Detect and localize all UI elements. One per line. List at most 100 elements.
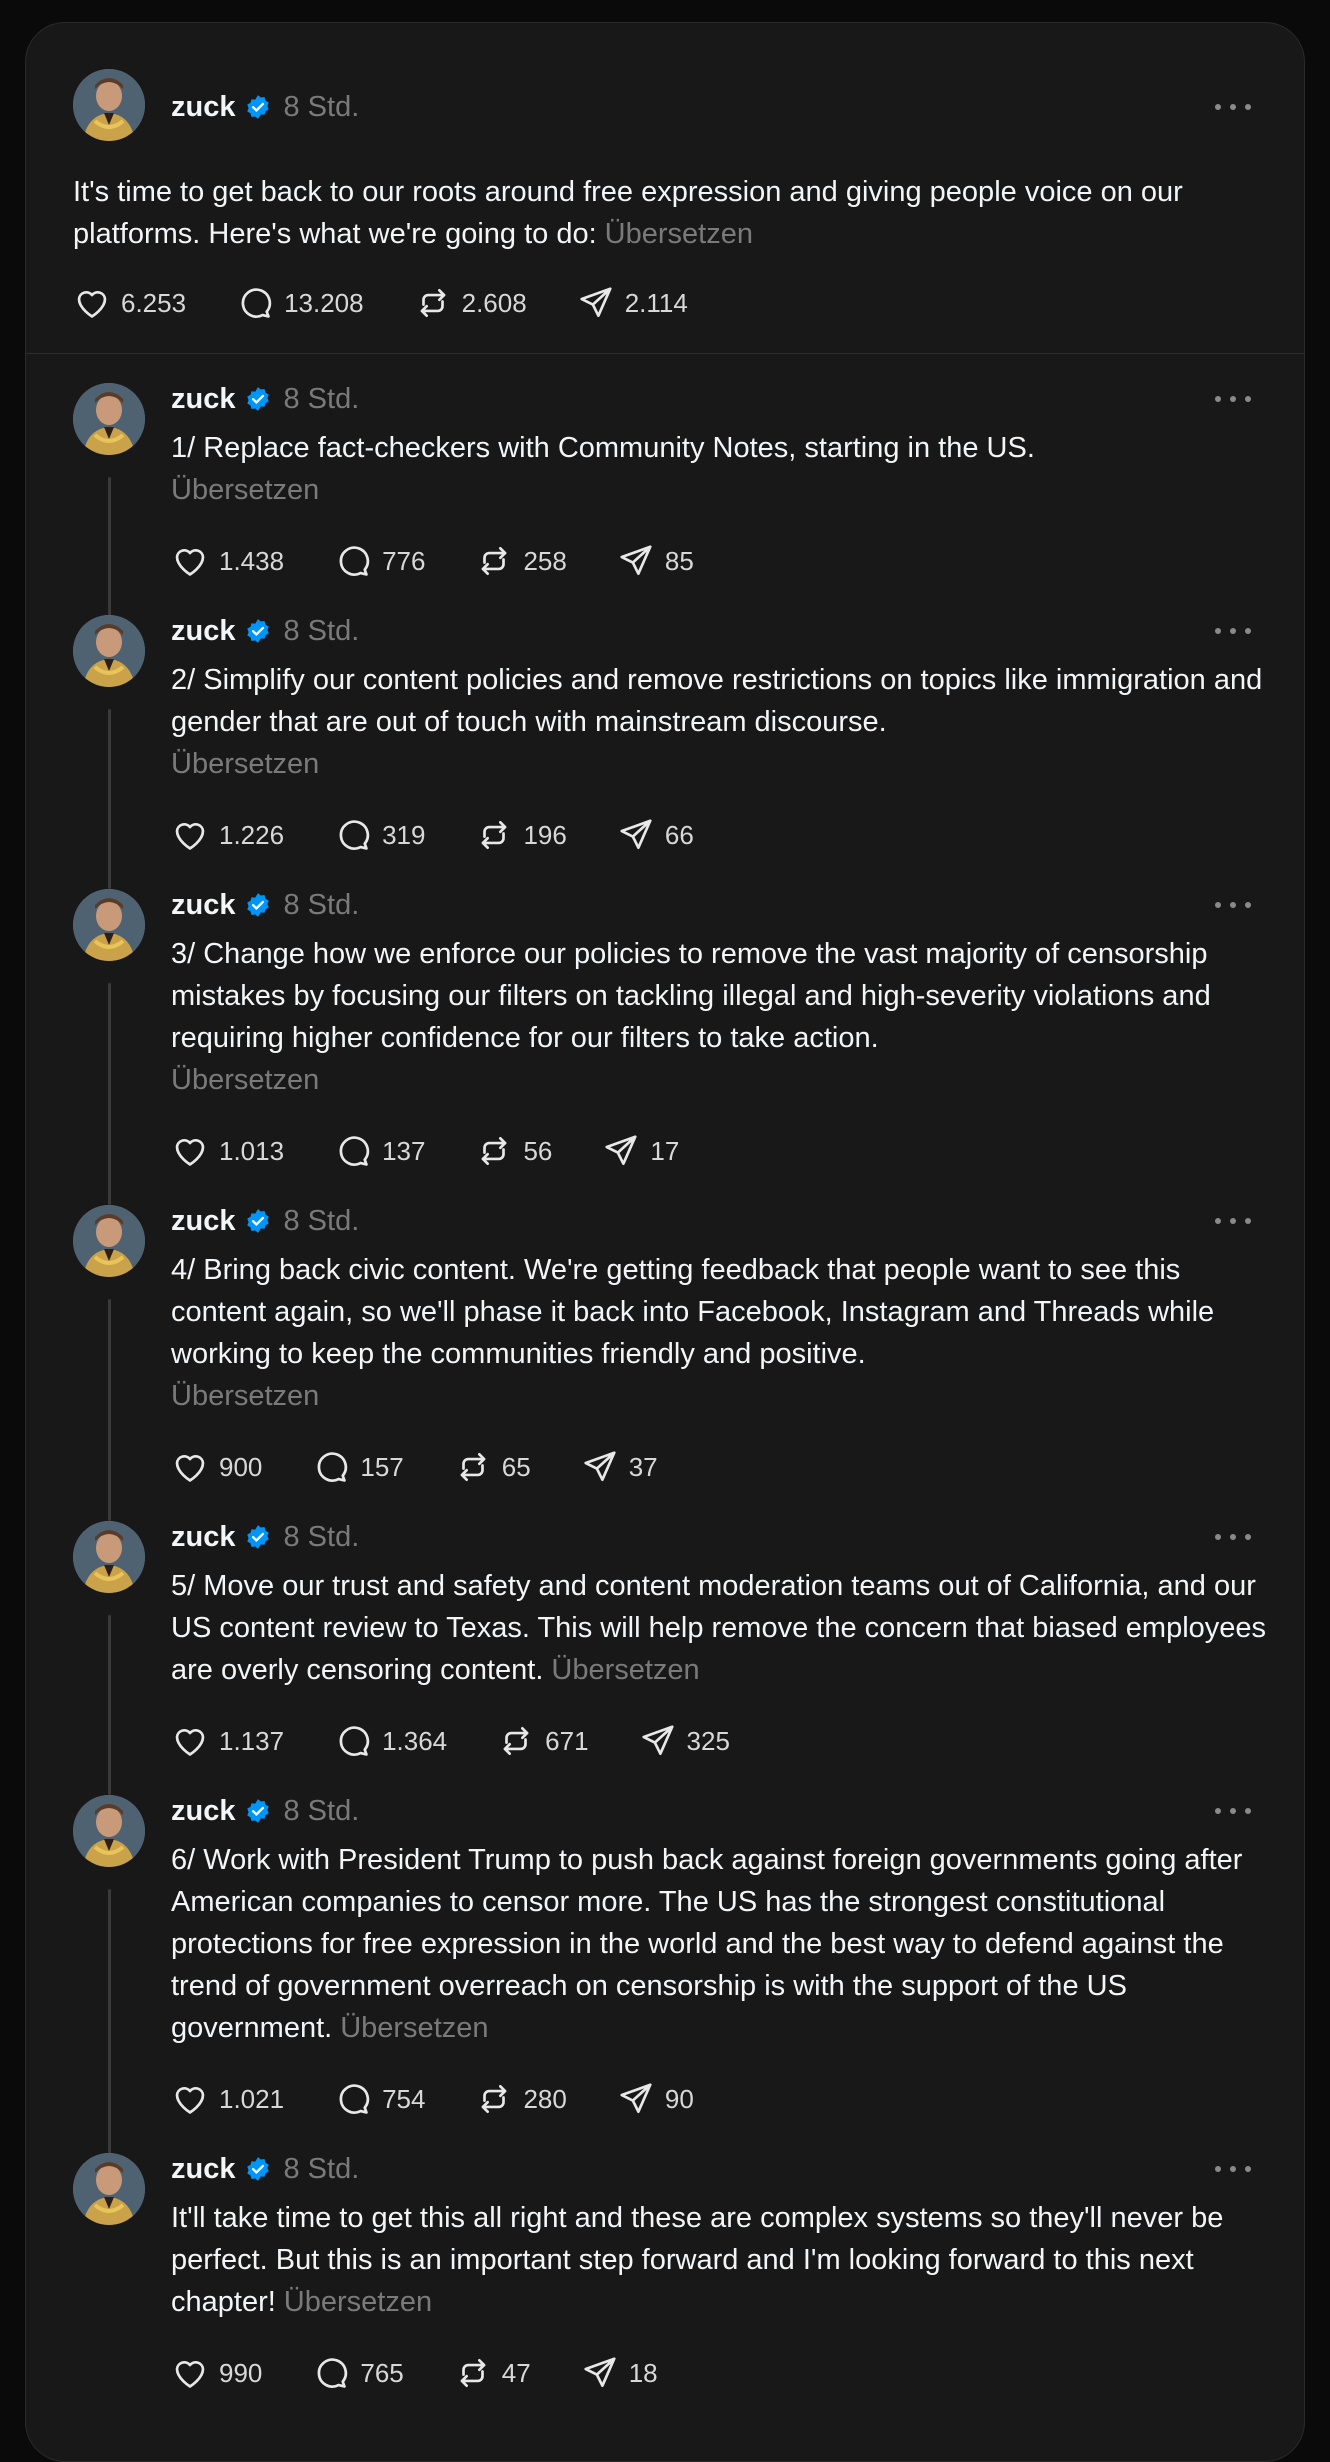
like-count: 1.021 (219, 2083, 285, 2114)
share-count: 325 (686, 1725, 730, 1756)
share-icon (584, 1451, 616, 1482)
reply-button[interactable]: 13.208 (236, 284, 364, 322)
reply-button[interactable]: 754 (334, 2080, 425, 2118)
repost-icon (482, 546, 507, 576)
reply-count: 754 (382, 2083, 426, 2114)
more-icon[interactable] (1215, 2163, 1251, 2175)
avatar[interactable] (73, 1205, 145, 1277)
translate-link[interactable]: Übersetzen (171, 743, 1281, 785)
avatar[interactable] (73, 615, 145, 687)
avatar[interactable] (73, 2153, 145, 2225)
username[interactable]: zuck (171, 1795, 235, 1828)
post-text: 3/ Change how we enforce our policies to… (171, 933, 1281, 1101)
avatar[interactable] (73, 889, 145, 961)
heart-icon (175, 822, 205, 850)
reply-button[interactable]: 157 (312, 1448, 404, 1486)
like-button[interactable]: 1.137 (171, 1722, 284, 1760)
reply-button[interactable]: 319 (334, 816, 425, 854)
reply-button[interactable]: 776 (334, 542, 425, 580)
share-button[interactable]: 17 (602, 1132, 679, 1170)
repost-icon (420, 288, 446, 318)
action-bar: 1.137 1.364 671 325 (171, 1721, 780, 1761)
share-button[interactable]: 18 (581, 2354, 658, 2392)
like-button[interactable]: 1.021 (171, 2080, 284, 2118)
reply-button[interactable]: 137 (334, 1132, 425, 1170)
like-button[interactable]: 990 (171, 2354, 262, 2392)
post-header: zuck 8 Std. (171, 611, 359, 651)
share-count: 37 (628, 1451, 658, 1482)
repost-icon (482, 820, 507, 850)
share-count: 17 (650, 1135, 680, 1166)
avatar[interactable] (73, 69, 145, 141)
translate-link[interactable]: Übersetzen (340, 2012, 488, 2044)
comment-icon (317, 1452, 348, 1482)
share-button[interactable]: 325 (639, 1722, 730, 1760)
username[interactable]: zuck (171, 889, 235, 922)
post-header: zuck 8 Std. (171, 1201, 359, 1241)
username[interactable]: zuck (171, 615, 235, 648)
thread-line (108, 477, 111, 617)
translate-link[interactable]: Übersetzen (171, 1059, 1281, 1101)
repost-button[interactable]: 47 (454, 2354, 531, 2392)
repost-button[interactable]: 671 (497, 1722, 589, 1760)
post-body: 6/ Work with President Trump to push bac… (171, 1844, 1243, 2044)
post-header: zuck 8 Std. (171, 885, 359, 925)
reply-button[interactable]: 1.364 (334, 1722, 447, 1760)
repost-icon (460, 2358, 486, 2388)
translate-link[interactable]: Übersetzen (284, 2286, 432, 2318)
heart-icon (175, 1454, 205, 1482)
repost-button[interactable]: 258 (475, 542, 567, 580)
translate-link[interactable]: Übersetzen (171, 469, 1281, 511)
share-button[interactable]: 90 (617, 2080, 694, 2118)
like-button[interactable]: 1.438 (171, 542, 284, 580)
comment-icon (339, 546, 370, 576)
more-icon[interactable] (1215, 393, 1251, 405)
repost-icon (503, 1726, 529, 1756)
share-button[interactable]: 66 (617, 816, 694, 854)
timestamp: 8 Std. (283, 90, 360, 123)
username[interactable]: zuck (171, 2153, 235, 2186)
share-button[interactable]: 85 (617, 542, 694, 580)
like-count: 1.137 (219, 1725, 285, 1756)
username[interactable]: zuck (171, 1205, 235, 1238)
more-icon[interactable] (1215, 625, 1251, 637)
more-icon[interactable] (1215, 899, 1251, 911)
divider (26, 353, 1304, 354)
reply-button[interactable]: 765 (312, 2354, 404, 2392)
repost-button[interactable]: 2.608 (414, 284, 527, 322)
translate-link[interactable]: Übersetzen (605, 218, 753, 250)
repost-count: 47 (501, 2357, 531, 2388)
more-icon[interactable] (1215, 1531, 1251, 1543)
repost-button[interactable]: 65 (454, 1448, 531, 1486)
like-button[interactable]: 1.013 (171, 1132, 284, 1170)
verified-badge-icon (245, 892, 271, 918)
username[interactable]: zuck (171, 1521, 235, 1554)
repost-button[interactable]: 280 (475, 2080, 567, 2118)
post-text: 4/ Bring back civic content. We're getti… (171, 1249, 1281, 1417)
like-button[interactable]: 6.253 (73, 284, 186, 322)
avatar[interactable] (73, 383, 145, 455)
verified-badge-icon (245, 94, 271, 120)
timestamp: 8 Std. (283, 382, 360, 415)
heart-icon (175, 548, 205, 576)
repost-button[interactable]: 56 (475, 1132, 552, 1170)
repost-icon (482, 1136, 507, 1166)
translate-link[interactable]: Übersetzen (171, 1375, 1281, 1417)
username[interactable]: zuck (171, 91, 235, 124)
like-button[interactable]: 1.226 (171, 816, 284, 854)
avatar[interactable] (73, 1795, 145, 1867)
post-header: zuck 8 Std. (171, 1791, 359, 1831)
post-text: 1/ Replace fact-checkers with Community … (171, 427, 1281, 511)
more-icon[interactable] (1215, 1805, 1251, 1817)
more-icon[interactable] (1215, 101, 1251, 113)
reply-count: 1.364 (382, 1725, 448, 1756)
like-count: 1.013 (219, 1135, 285, 1166)
share-button[interactable]: 37 (581, 1448, 658, 1486)
share-button[interactable]: 2.114 (577, 284, 688, 322)
avatar[interactable] (73, 1521, 145, 1593)
like-button[interactable]: 900 (171, 1448, 262, 1486)
translate-link[interactable]: Übersetzen (551, 1654, 699, 1686)
repost-button[interactable]: 196 (475, 816, 567, 854)
more-icon[interactable] (1215, 1215, 1251, 1227)
username[interactable]: zuck (171, 383, 235, 416)
